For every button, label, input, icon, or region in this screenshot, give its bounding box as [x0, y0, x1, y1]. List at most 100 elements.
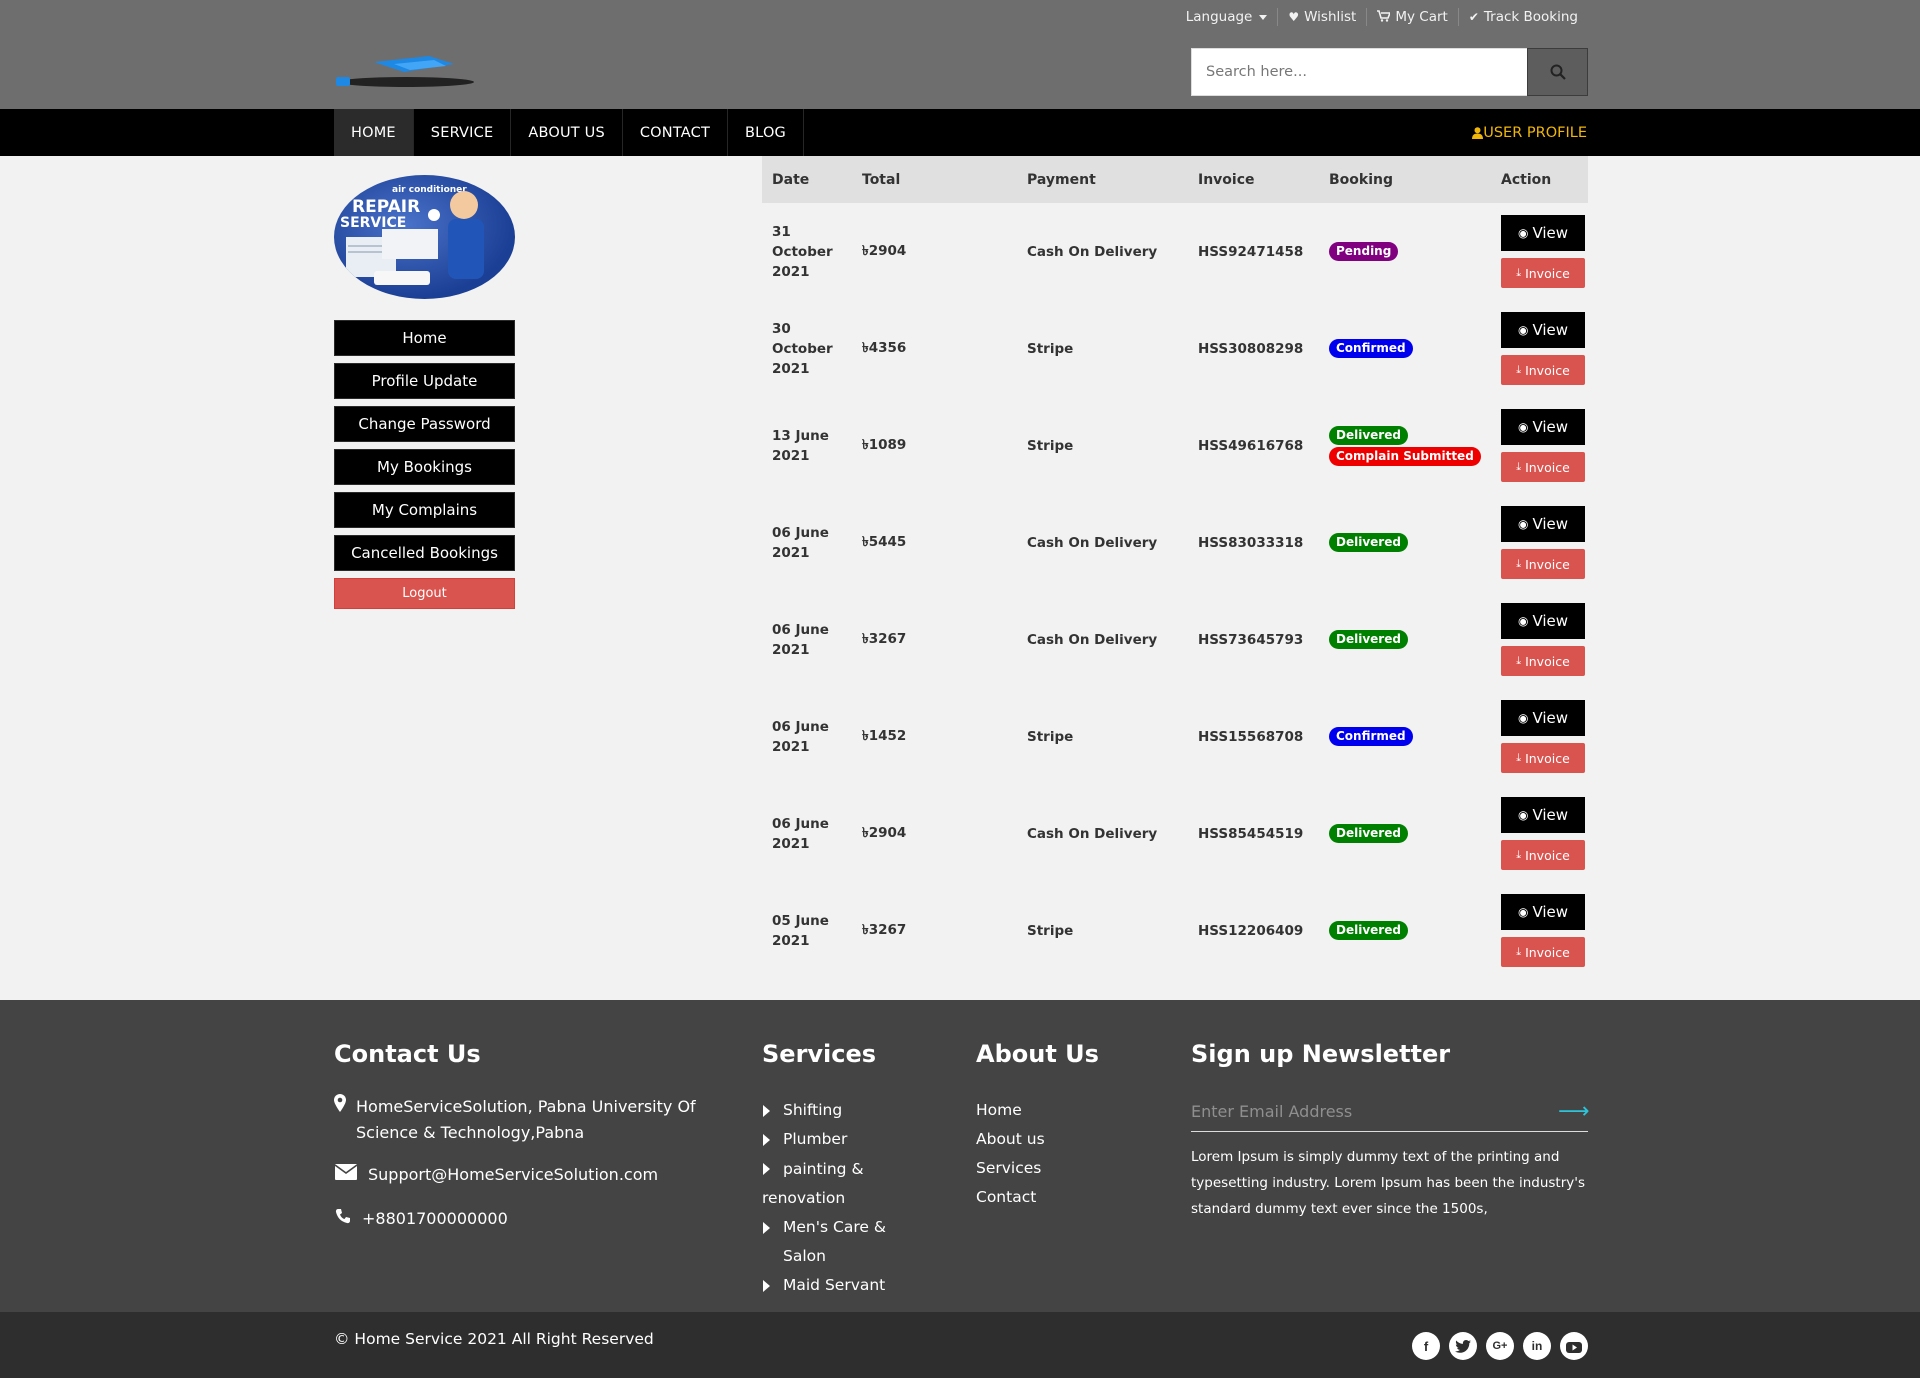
footer-link-home[interactable]: Home	[976, 1096, 1045, 1125]
service-link-plumber[interactable]: Plumber	[762, 1125, 932, 1154]
logout-button[interactable]: Logout	[334, 578, 515, 609]
heart-icon: ♥	[1288, 10, 1300, 24]
booking-payment: Cash On Delivery	[1027, 243, 1158, 260]
footer-link-contact[interactable]: Contact	[976, 1183, 1045, 1212]
booking-date: 06 June 2021	[772, 718, 829, 755]
booking-total: ৳4356	[862, 340, 907, 356]
view-label: View	[1532, 224, 1569, 242]
track-booking-link[interactable]: ✔ Track Booking	[1457, 8, 1588, 26]
download-icon: ⤓	[1516, 654, 1522, 667]
booking-payment: Stripe	[1027, 340, 1074, 357]
eye-icon: ◉	[1517, 808, 1529, 822]
service-link-mens-care[interactable]: Men's Care & Salon	[762, 1213, 932, 1271]
invoice-download-button[interactable]: ⤓ Invoice	[1501, 743, 1585, 773]
nav-blog[interactable]: BLOG	[728, 109, 804, 156]
invoice-download-button[interactable]: ⤓ Invoice	[1501, 840, 1585, 870]
profile-avatar: air conditioner REPAIR SERVICE	[334, 175, 515, 299]
action-group: ◉ View ⤓ Invoice	[1501, 603, 1588, 676]
youtube-icon[interactable]	[1560, 1332, 1588, 1360]
booking-invoice-number: HSS92471458	[1198, 243, 1304, 260]
booking-invoice-number: HSS15568708	[1198, 728, 1304, 745]
sidebar-item-home[interactable]: Home	[334, 320, 515, 356]
nav-service[interactable]: SERVICE	[414, 109, 512, 156]
service-link-shifting[interactable]: Shifting	[762, 1096, 932, 1125]
view-button[interactable]: ◉ View	[1501, 797, 1585, 833]
footer-link-services[interactable]: Services	[976, 1154, 1045, 1183]
site-logo[interactable]	[334, 52, 484, 88]
invoice-download-button[interactable]: ⤓ Invoice	[1501, 549, 1585, 579]
arrow-right-icon[interactable]: ⟶	[1558, 1099, 1590, 1124]
google-plus-icon[interactable]: G+	[1486, 1332, 1514, 1360]
view-label: View	[1532, 612, 1569, 630]
nav-contact[interactable]: CONTACT	[623, 109, 729, 156]
wishlist-link[interactable]: ♥ Wishlist	[1277, 8, 1366, 26]
view-button[interactable]: ◉ View	[1501, 215, 1585, 251]
action-group: ◉ View ⤓ Invoice	[1501, 215, 1588, 288]
view-label: View	[1532, 903, 1569, 921]
footer-link-about-us[interactable]: About us	[976, 1125, 1045, 1154]
booking-invoice-number: HSS49616768	[1198, 437, 1304, 454]
invoice-download-button[interactable]: ⤓ Invoice	[1501, 355, 1585, 385]
view-button[interactable]: ◉ View	[1501, 312, 1585, 348]
invoice-download-button[interactable]: ⤓ Invoice	[1501, 452, 1585, 482]
table-row: 05 June 2021 ৳3267 Stripe HSS12206409 Delive…	[762, 882, 1588, 979]
sidebar-item-cancelled-bookings[interactable]: Cancelled Bookings	[334, 535, 515, 571]
user-profile-link[interactable]: USER PROFILE	[1472, 109, 1587, 156]
invoice-download-button[interactable]: ⤓ Invoice	[1501, 937, 1585, 967]
eye-icon: ◉	[1517, 226, 1529, 240]
view-button[interactable]: ◉ View	[1501, 700, 1585, 736]
download-icon: ⤓	[1516, 266, 1522, 279]
booking-total: ৳2904	[862, 243, 907, 259]
phone-line[interactable]: +8801700000000	[334, 1206, 508, 1232]
search-button[interactable]	[1527, 48, 1588, 96]
map-pin-icon	[334, 1094, 346, 1120]
service-label: Plumber	[783, 1130, 848, 1148]
invoice-download-button[interactable]: ⤓ Invoice	[1501, 258, 1585, 288]
booking-total: ৳2904	[862, 825, 907, 841]
service-label: Shifting	[783, 1101, 843, 1119]
nav-about-us[interactable]: ABOUT US	[511, 109, 623, 156]
sidebar-menu: Home Profile Update Change Password My B…	[334, 320, 515, 616]
view-button[interactable]: ◉ View	[1501, 506, 1585, 542]
newsletter-email-input[interactable]	[1191, 1102, 1558, 1121]
nav-home[interactable]: HOME	[334, 109, 414, 156]
sidebar-item-change-password[interactable]: Change Password	[334, 406, 515, 442]
invoice-label: Invoice	[1525, 459, 1570, 475]
main-nav: HOME SERVICE ABOUT US CONTACT BLOG USER …	[0, 109, 1920, 156]
view-button[interactable]: ◉ View	[1501, 603, 1585, 639]
booking-payment: Cash On Delivery	[1027, 631, 1158, 648]
sidebar-item-my-bookings[interactable]: My Bookings	[334, 449, 515, 485]
eye-icon: ◉	[1517, 420, 1529, 434]
booking-payment: Cash On Delivery	[1027, 825, 1158, 842]
dashboard-main: air conditioner REPAIR SERVICE Home Prof…	[0, 156, 1920, 1000]
service-label: painting & renovation	[762, 1160, 864, 1207]
facebook-icon[interactable]: f	[1412, 1332, 1440, 1360]
service-link-maid-servant[interactable]: Maid Servant	[762, 1271, 932, 1300]
search-icon	[1550, 64, 1566, 80]
about-title: About Us	[976, 1040, 1099, 1068]
sidebar-item-my-complains[interactable]: My Complains	[334, 492, 515, 528]
my-cart-link[interactable]: My Cart	[1366, 8, 1457, 26]
twitter-icon[interactable]	[1449, 1332, 1477, 1360]
language-dropdown[interactable]: Language	[1176, 8, 1278, 26]
booking-status: Confirmed	[1319, 300, 1491, 397]
action-group: ◉ View ⤓ Invoice	[1501, 797, 1588, 870]
table-row: 06 June 2021 ৳2904 Cash On Delivery HSS8545…	[762, 785, 1588, 882]
booking-invoice-number: HSS73645793	[1198, 631, 1304, 648]
invoice-download-button[interactable]: ⤓ Invoice	[1501, 646, 1585, 676]
services-title: Services	[762, 1040, 877, 1068]
email-line[interactable]: Support@HomeServiceSolution.com	[334, 1162, 658, 1188]
view-button[interactable]: ◉ View	[1501, 409, 1585, 445]
search-input[interactable]	[1191, 48, 1527, 96]
sidebar-item-profile-update[interactable]: Profile Update	[334, 363, 515, 399]
phone-text: +8801700000000	[362, 1209, 508, 1228]
contact-title: Contact Us	[334, 1040, 481, 1068]
service-link-painting[interactable]: painting & renovation	[762, 1154, 932, 1213]
status-badge: Confirmed	[1329, 339, 1413, 358]
linkedin-icon[interactable]: in	[1523, 1332, 1551, 1360]
booking-invoice-number: HSS30808298	[1198, 340, 1304, 357]
phone-icon	[334, 1206, 352, 1232]
table-row: 06 June 2021 ৳5445 Cash On Delivery HSS8303…	[762, 494, 1588, 591]
view-button[interactable]: ◉ View	[1501, 894, 1585, 930]
footer-bottom-bar: © Home Service 2021 All Right Reserved f…	[0, 1312, 1920, 1378]
